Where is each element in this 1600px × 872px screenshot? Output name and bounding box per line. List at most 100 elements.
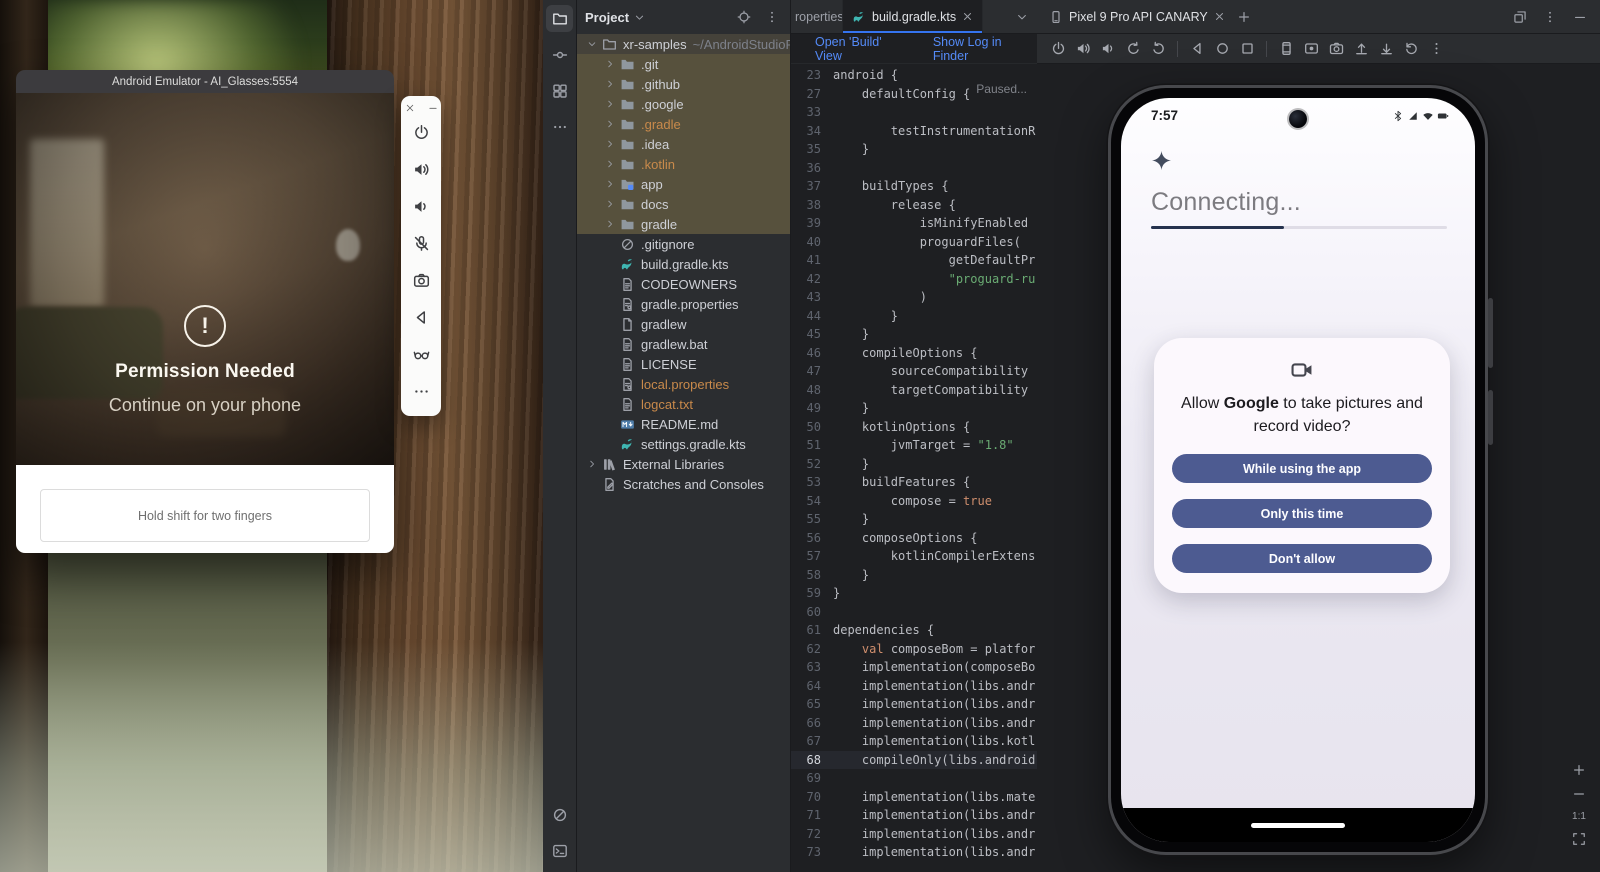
show-log-in-finder-link[interactable]: Show Log in Finder: [933, 35, 1037, 63]
code-line: implementation(libs.mate: [833, 788, 1037, 807]
restore-button[interactable]: [1400, 38, 1422, 60]
alert-icon: !: [184, 305, 226, 347]
minimize-button[interactable]: [426, 101, 440, 114]
ignore-icon: [618, 237, 636, 252]
tab-gradle-properties[interactable]: roperties: [791, 0, 843, 33]
power-button[interactable]: [1047, 38, 1069, 60]
code-line: implementation(libs.andr: [833, 825, 1037, 844]
tree-item-gitignore[interactable]: .gitignore: [577, 234, 790, 254]
rotate-left-button[interactable]: [1122, 38, 1144, 60]
tree-item-docs[interactable]: docs: [577, 194, 790, 214]
structure-button[interactable]: [546, 77, 573, 104]
zoom-reset-label[interactable]: 1:1: [1572, 811, 1586, 822]
tree-item-gradle[interactable]: .gradle: [577, 114, 790, 134]
tree-item-idea[interactable]: .idea: [577, 134, 790, 154]
phone-screen[interactable]: 7:57 Connecting... Allow Google to: [1121, 98, 1475, 842]
tree-item-label: gradle: [641, 217, 677, 232]
more-h-button[interactable]: [546, 113, 573, 140]
terminal-button[interactable]: [546, 837, 573, 864]
volume-up-button[interactable]: [1072, 38, 1094, 60]
tree-item-license[interactable]: LICENSE: [577, 354, 790, 374]
tree-item-kotlin[interactable]: .kotlin: [577, 154, 790, 174]
open-window-button[interactable]: [1510, 7, 1530, 27]
zoom-out-icon[interactable]: [1572, 787, 1586, 801]
tree-item-external-libraries[interactable]: External Libraries: [577, 454, 790, 474]
tab-build-gradle-kts[interactable]: build.gradle.kts: [843, 0, 983, 33]
while-using-the-app-button[interactable]: While using the app: [1172, 454, 1432, 483]
camera-button[interactable]: [404, 262, 438, 299]
new-tab-icon[interactable]: [1237, 10, 1251, 24]
close-button[interactable]: [403, 101, 417, 114]
problems-button[interactable]: [546, 801, 573, 828]
gesture-handle[interactable]: [1251, 823, 1345, 828]
tree-item-logcat-txt[interactable]: logcat.txt: [577, 394, 790, 414]
tree-item-git[interactable]: .git: [577, 54, 790, 74]
phone-frame: 7:57 Connecting... Allow Google to: [1108, 85, 1488, 855]
tree-item-app[interactable]: app: [577, 174, 790, 194]
chevron-right-icon: [601, 179, 618, 189]
tree-item-settings-gradle-kts[interactable]: settings.gradle.kts: [577, 434, 790, 454]
don-t-allow-button[interactable]: Don't allow: [1172, 544, 1432, 573]
upload-button[interactable]: [1350, 38, 1372, 60]
line-number: 70: [791, 788, 833, 807]
tree-item-scratches-and-consoles[interactable]: Scratches and Consoles: [577, 474, 790, 494]
commit-button[interactable]: [546, 41, 573, 68]
emulator-screen[interactable]: ! Permission Needed Continue on your pho…: [16, 93, 394, 465]
tree-item-gradlew-bat[interactable]: gradlew.bat: [577, 334, 790, 354]
back-button[interactable]: [1186, 38, 1208, 60]
locate-button[interactable]: [734, 7, 754, 27]
tabs-dropdown-icon[interactable]: [1016, 11, 1028, 23]
zoom-in-icon[interactable]: [1572, 763, 1586, 777]
home-button[interactable]: [1211, 38, 1233, 60]
folder-icon: [618, 137, 636, 152]
more-v-button[interactable]: [1425, 38, 1447, 60]
tree-item-github[interactable]: .github: [577, 74, 790, 94]
rotate-right-button[interactable]: [1147, 38, 1169, 60]
tree-item-build-gradle-kts[interactable]: build.gradle.kts: [577, 254, 790, 274]
more-h-button[interactable]: [404, 373, 438, 410]
minimize-button[interactable]: [1570, 7, 1590, 27]
tree-item-codeowners[interactable]: CODEOWNERS: [577, 274, 790, 294]
volume-down-button[interactable]: [1097, 38, 1119, 60]
code-editor[interactable]: 2327333435363738394041424344454647484950…: [791, 64, 1037, 872]
download-button[interactable]: [1375, 38, 1397, 60]
tree-item-gradlew[interactable]: gradlew: [577, 314, 790, 334]
volume-up-button[interactable]: [404, 151, 438, 188]
close-tab-icon[interactable]: [1214, 11, 1225, 22]
tree-item-google[interactable]: .google: [577, 94, 790, 114]
code-line: [833, 603, 1037, 622]
screenshot-button[interactable]: [1275, 38, 1297, 60]
wallpaper-fog: [0, 642, 560, 872]
close-icon: [405, 103, 415, 113]
only-this-time-button[interactable]: Only this time: [1172, 499, 1432, 528]
project-panel-title[interactable]: Project: [585, 10, 629, 25]
back-button[interactable]: [404, 299, 438, 336]
tree-item-gradle-properties[interactable]: gradle.properties: [577, 294, 790, 314]
mic-off-button[interactable]: [404, 225, 438, 262]
power-button[interactable]: [404, 114, 438, 151]
camera-button[interactable]: [1325, 38, 1347, 60]
open-build-view-link[interactable]: Open 'Build' View: [815, 35, 909, 63]
overview-button[interactable]: [1236, 38, 1258, 60]
tree-item-local-properties[interactable]: local.properties: [577, 374, 790, 394]
glasses-button[interactable]: [404, 336, 438, 373]
close-tab-icon[interactable]: [962, 11, 973, 22]
tree-item-gradle[interactable]: gradle: [577, 214, 790, 234]
volume-down-button[interactable]: [404, 188, 438, 225]
tree-item-xr-samples[interactable]: xr-samples~/AndroidStudioProj: [577, 34, 790, 54]
more-v-button[interactable]: [762, 7, 782, 27]
code-line: proguardFiles(: [833, 233, 1037, 252]
screen-record-button[interactable]: [1300, 38, 1322, 60]
line-number: 47: [791, 362, 833, 381]
tree-item-readme-md[interactable]: README.md: [577, 414, 790, 434]
project-button[interactable]: [546, 5, 573, 32]
emulator-titlebar[interactable]: Android Emulator - AI_Glasses:5554: [16, 70, 394, 93]
chevron-down-icon[interactable]: [634, 12, 645, 23]
device-tab[interactable]: Pixel 9 Pro API CANARY: [1047, 0, 1227, 33]
line-number: 52: [791, 455, 833, 474]
more-v-button[interactable]: [1540, 7, 1560, 27]
code-line: targetCompatibility: [833, 381, 1037, 400]
line-number: 66: [791, 714, 833, 733]
zoom-fit-icon[interactable]: [1572, 832, 1586, 846]
tree-item-label: .gitignore: [641, 237, 694, 252]
